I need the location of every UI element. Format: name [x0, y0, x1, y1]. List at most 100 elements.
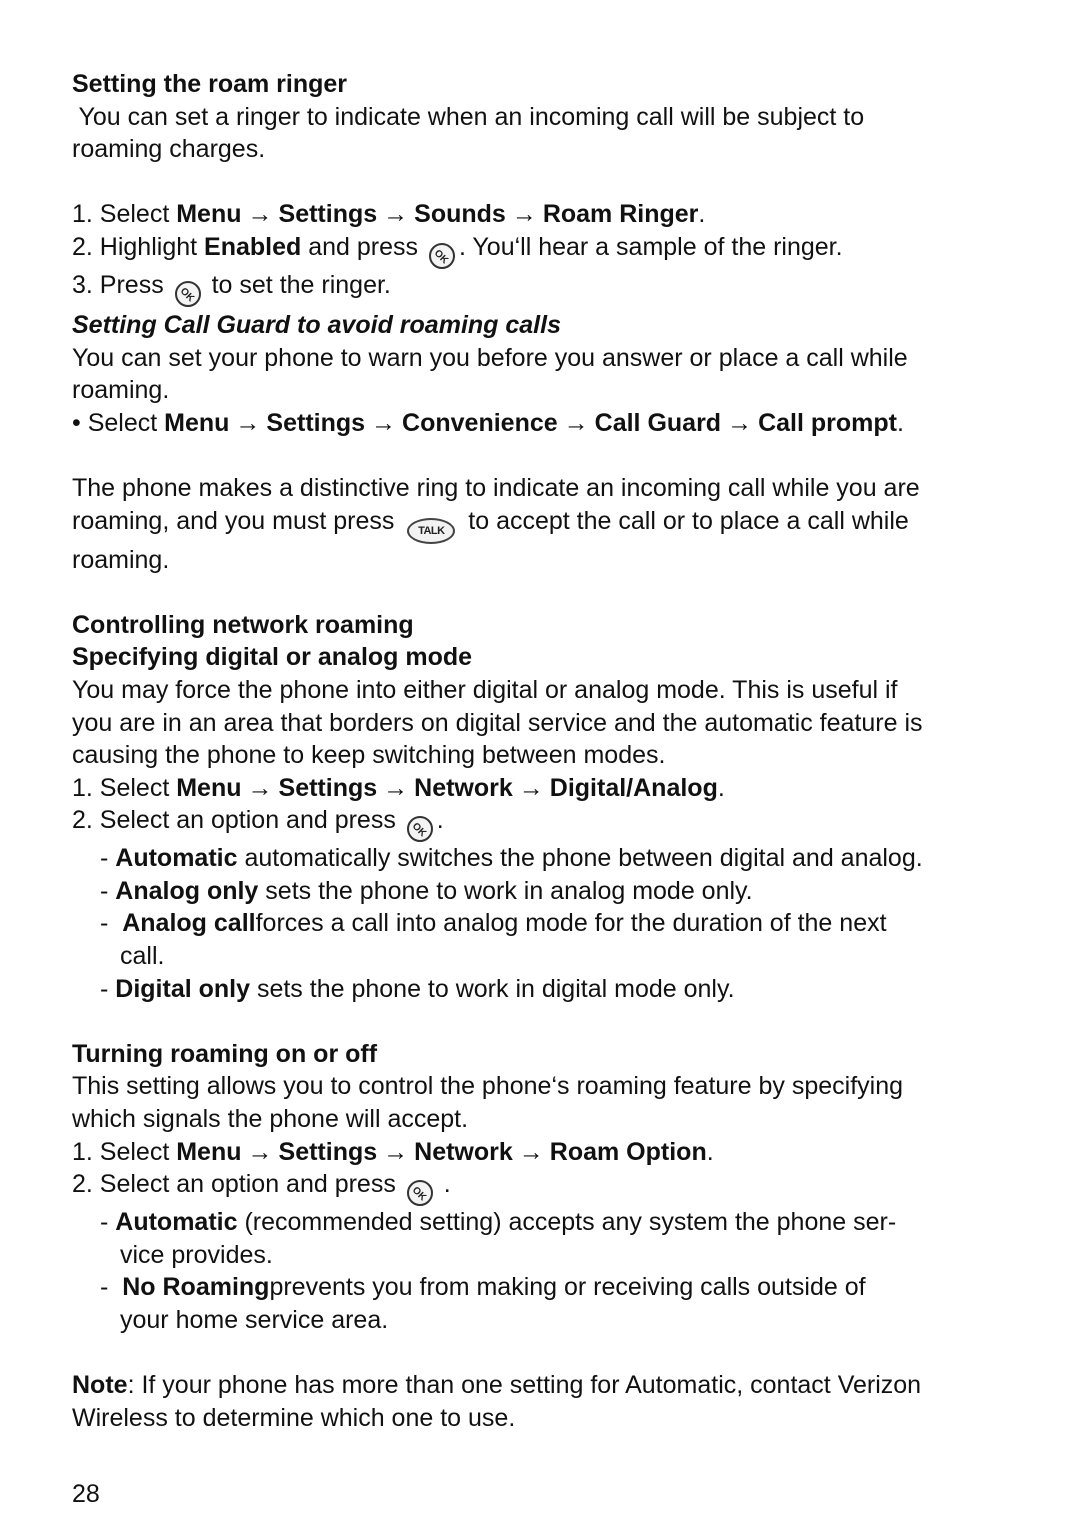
option-item: - Automatic automatically switches the p…	[72, 842, 1017, 875]
dash: -	[100, 909, 123, 938]
option-item: - Digital only sets the phone to work in…	[72, 973, 1017, 1006]
step-1: 1. Select Menu → Settings → Sounds → Roam Ring…	[72, 198, 1017, 231]
arrow-icon: →	[511, 200, 537, 229]
step-suffix: .	[706, 1137, 714, 1166]
option-name: Automatic	[115, 1208, 238, 1237]
arrow-icon: →	[247, 773, 273, 802]
step-suffix: .	[436, 806, 444, 835]
step-suffix: .	[717, 773, 725, 802]
dash: -	[100, 974, 116, 1003]
menu-path-item: Roam Ringer	[542, 200, 699, 229]
option-text: (recommended setting) accepts any system…	[237, 1208, 897, 1237]
option-name: Analog only	[115, 876, 259, 905]
ok-key-icon: OK	[423, 237, 461, 275]
dash: -	[100, 1208, 116, 1237]
step-prefix: 2. Select an option and press	[72, 1170, 403, 1199]
heading-roam-ringer: Setting the roam ringer	[72, 70, 348, 98]
paragraph: roaming.	[72, 376, 170, 405]
option-item: - No Roamingprevents you from making or …	[72, 1271, 1017, 1304]
step-2: 2. Select an option and press OK.	[72, 804, 1017, 848]
page-number: 28	[72, 1480, 100, 1508]
menu-path-item: Network	[414, 773, 513, 802]
step-suffix: .	[896, 408, 904, 437]
option-name: No Roaming	[122, 1273, 270, 1302]
option-text: automatically switches the phone between…	[237, 844, 923, 873]
menu-path-item: Menu	[176, 1137, 242, 1166]
step-prefix: 2. Select an option and press	[72, 806, 403, 835]
paragraph: which signals the phone will accept.	[72, 1105, 469, 1134]
menu-path-item: Sounds	[414, 200, 506, 229]
option-continuation: your home service area.	[120, 1306, 389, 1334]
arrow-icon: →	[727, 408, 753, 437]
bullet-step: • Select Menu → Settings → Convenience → Call …	[72, 407, 1017, 440]
step-2: 2. Select an option and press OK .	[72, 1168, 1017, 1212]
menu-path-item: Settings	[278, 200, 378, 229]
arrow-icon: →	[383, 200, 409, 229]
manual-page: Setting the roam ringer You can set a ri…	[72, 68, 1017, 1434]
menu-path-item: Menu	[176, 200, 242, 229]
option-text: sets the phone to work in analog mode on…	[258, 876, 753, 905]
paragraph: roaming.	[72, 545, 170, 574]
paragraph: You can set your phone to warn you befor…	[72, 343, 908, 372]
dash: -	[100, 876, 116, 905]
arrow-icon: →	[247, 200, 273, 229]
option-item: - Analog only sets the phone to work in …	[72, 875, 1017, 908]
step-1: 1. Select Menu → Settings → Network → Roam Opt…	[72, 1136, 1017, 1169]
option-item: - Automatic (recommended setting) accept…	[72, 1206, 1017, 1239]
menu-path-item: Call Guard	[594, 408, 722, 437]
arrow-icon: →	[383, 1137, 409, 1166]
menu-path-item: Settings	[266, 408, 366, 437]
step-prefix: 1. Select	[72, 200, 177, 229]
note: Note: If your phone has more than one se…	[72, 1369, 1017, 1402]
step-text: and press	[301, 232, 425, 261]
step-text: to set the ringer.	[204, 270, 391, 299]
menu-path-item: Menu	[164, 408, 230, 437]
step-prefix: 1. Select	[72, 773, 177, 802]
menu-path-item: Settings	[278, 773, 378, 802]
note-text: : If your phone has more than one settin…	[127, 1371, 922, 1400]
menu-path-item: Network	[414, 1137, 513, 1166]
paragraph: You can set a ringer to indicate when an…	[72, 102, 865, 131]
paragraph: you are in an area that borders on digit…	[72, 708, 923, 737]
subheading-digital-analog: Specifying digital or analog mode	[72, 643, 473, 672]
option-name: Analog call	[122, 909, 256, 938]
paragraph: roaming charges.	[72, 135, 266, 164]
step-suffix: .	[436, 1170, 451, 1199]
paragraph: roaming, and you must press TALK to acce…	[72, 505, 1017, 544]
ok-key-icon: OK	[169, 275, 207, 313]
heading-network-roaming: Controlling network roaming	[72, 610, 414, 639]
menu-path-item: Convenience	[402, 408, 558, 437]
menu-path-item: Call prompt	[758, 408, 897, 437]
option-text: sets the phone to work in digital mode o…	[250, 974, 735, 1003]
dash: -	[100, 1273, 123, 1302]
option-name: Digital only	[115, 974, 251, 1003]
paragraph: This setting allows you to control the p…	[72, 1072, 904, 1101]
arrow-icon: →	[371, 408, 397, 437]
step-1: 1. Select Menu → Settings → Network → Digital/…	[72, 772, 1017, 805]
option-continuation: vice provides.	[120, 1240, 273, 1269]
arrow-icon: →	[563, 408, 589, 437]
paragraph-text: to accept the call or to place a call wh…	[461, 506, 909, 535]
paragraph: You may force the phone into either digi…	[72, 675, 898, 704]
step-3: 3. Press OK to set the ringer.	[72, 269, 1017, 313]
step-2: 2. Highlight Enabled and press OK. You‘l…	[72, 231, 1017, 275]
step-prefix: 3. Press	[72, 270, 171, 299]
option-text: forces a call into analog mode for the d…	[255, 909, 887, 938]
menu-path-item: Digital/Analog	[549, 773, 718, 802]
talk-key-icon: TALK	[407, 517, 456, 544]
step-prefix: 2. Highlight	[72, 232, 205, 261]
step-text: . You‘ll hear a sample of the ringer.	[458, 232, 843, 261]
arrow-icon: →	[235, 408, 261, 437]
option-item: - Analog callforces a call into analog m…	[72, 907, 1017, 940]
paragraph: causing the phone to keep switching betw…	[72, 741, 666, 770]
note-label: Note	[72, 1371, 128, 1400]
heading-call-guard: Setting Call Guard to avoid roaming call…	[72, 310, 561, 339]
step-prefix: • Select	[72, 408, 165, 437]
option-continuation: call.	[120, 942, 165, 971]
arrow-icon: →	[518, 773, 544, 802]
option-name: Enabled	[204, 232, 302, 261]
option-text: prevents you from making or receiving ca…	[269, 1273, 866, 1302]
note-continuation: Wireless to determine which one to use.	[72, 1403, 516, 1432]
paragraph: The phone makes a distinctive ring to in…	[72, 473, 920, 502]
arrow-icon: →	[247, 1137, 273, 1166]
